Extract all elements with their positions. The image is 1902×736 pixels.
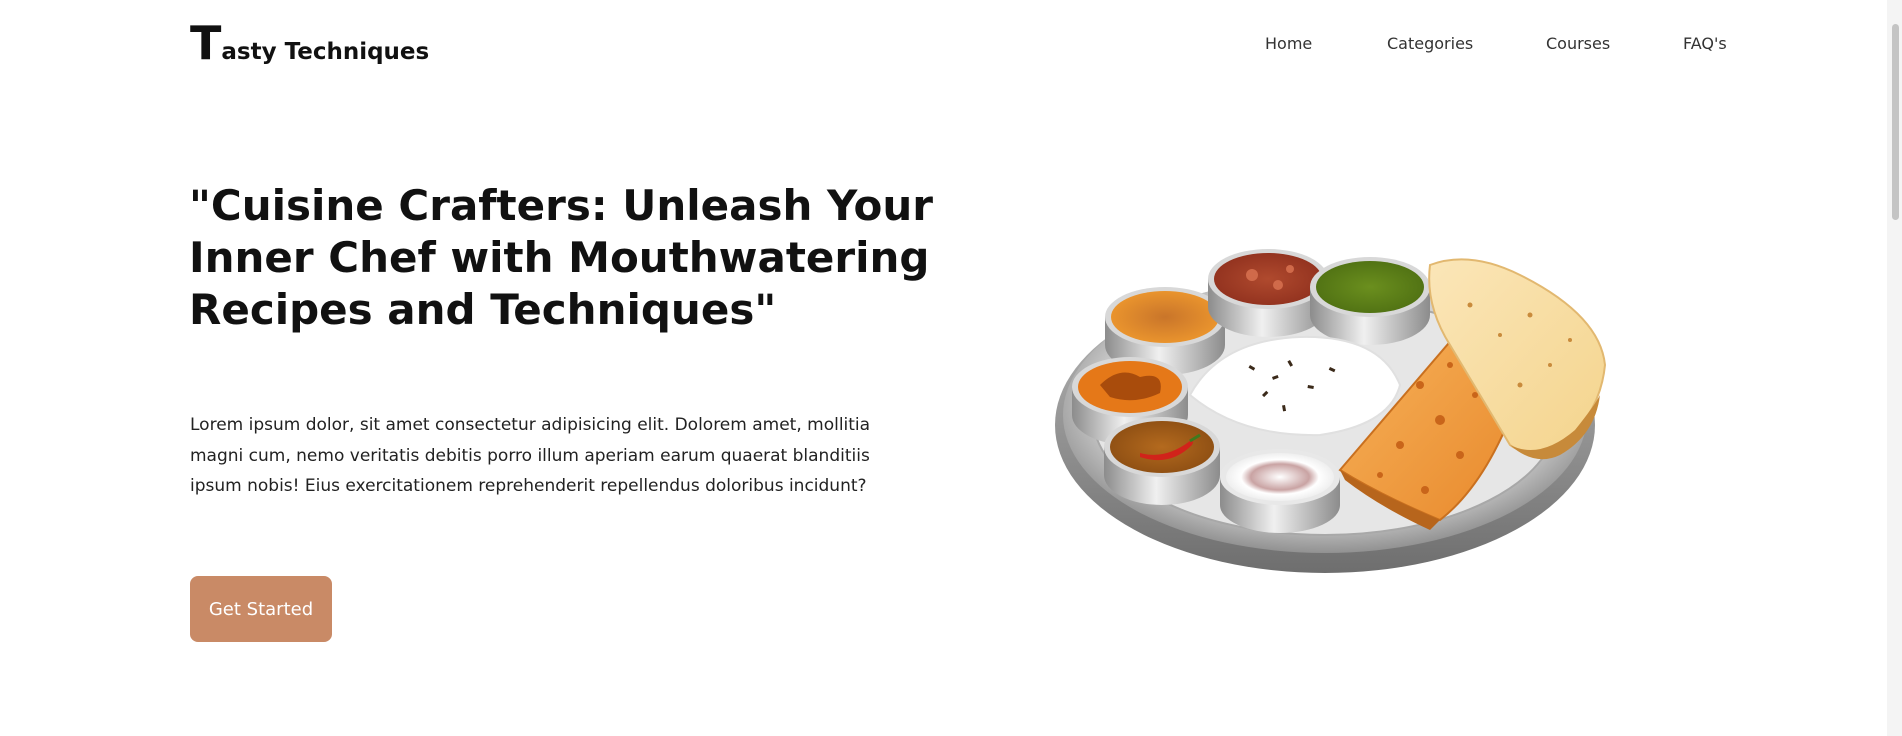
hero-description: Lorem ipsum dolor, sit amet consectetur … xyxy=(190,415,871,496)
logo-initial: T xyxy=(190,16,222,70)
thali-plate-illustration xyxy=(1055,249,1607,573)
nav-item-courses[interactable]: Courses xyxy=(1546,34,1610,53)
nav-item-home[interactable]: Home xyxy=(1265,34,1312,53)
get-started-button[interactable]: Get Started xyxy=(190,576,332,642)
nav-item-categories[interactable]: Categories xyxy=(1387,34,1473,53)
logo-text: asty Techniques xyxy=(221,39,430,65)
nav-item-faqs[interactable]: FAQ's xyxy=(1683,34,1727,53)
site-logo[interactable]: T asty Techniques xyxy=(190,20,429,66)
scrollbar-thumb[interactable] xyxy=(1892,24,1899,220)
page: T asty Techniques Home Categories Course… xyxy=(0,0,1902,736)
hero-title: "Cuisine Crafters: Unleash Your Inner Ch… xyxy=(189,181,934,334)
page-scrollbar[interactable] xyxy=(1887,0,1902,736)
